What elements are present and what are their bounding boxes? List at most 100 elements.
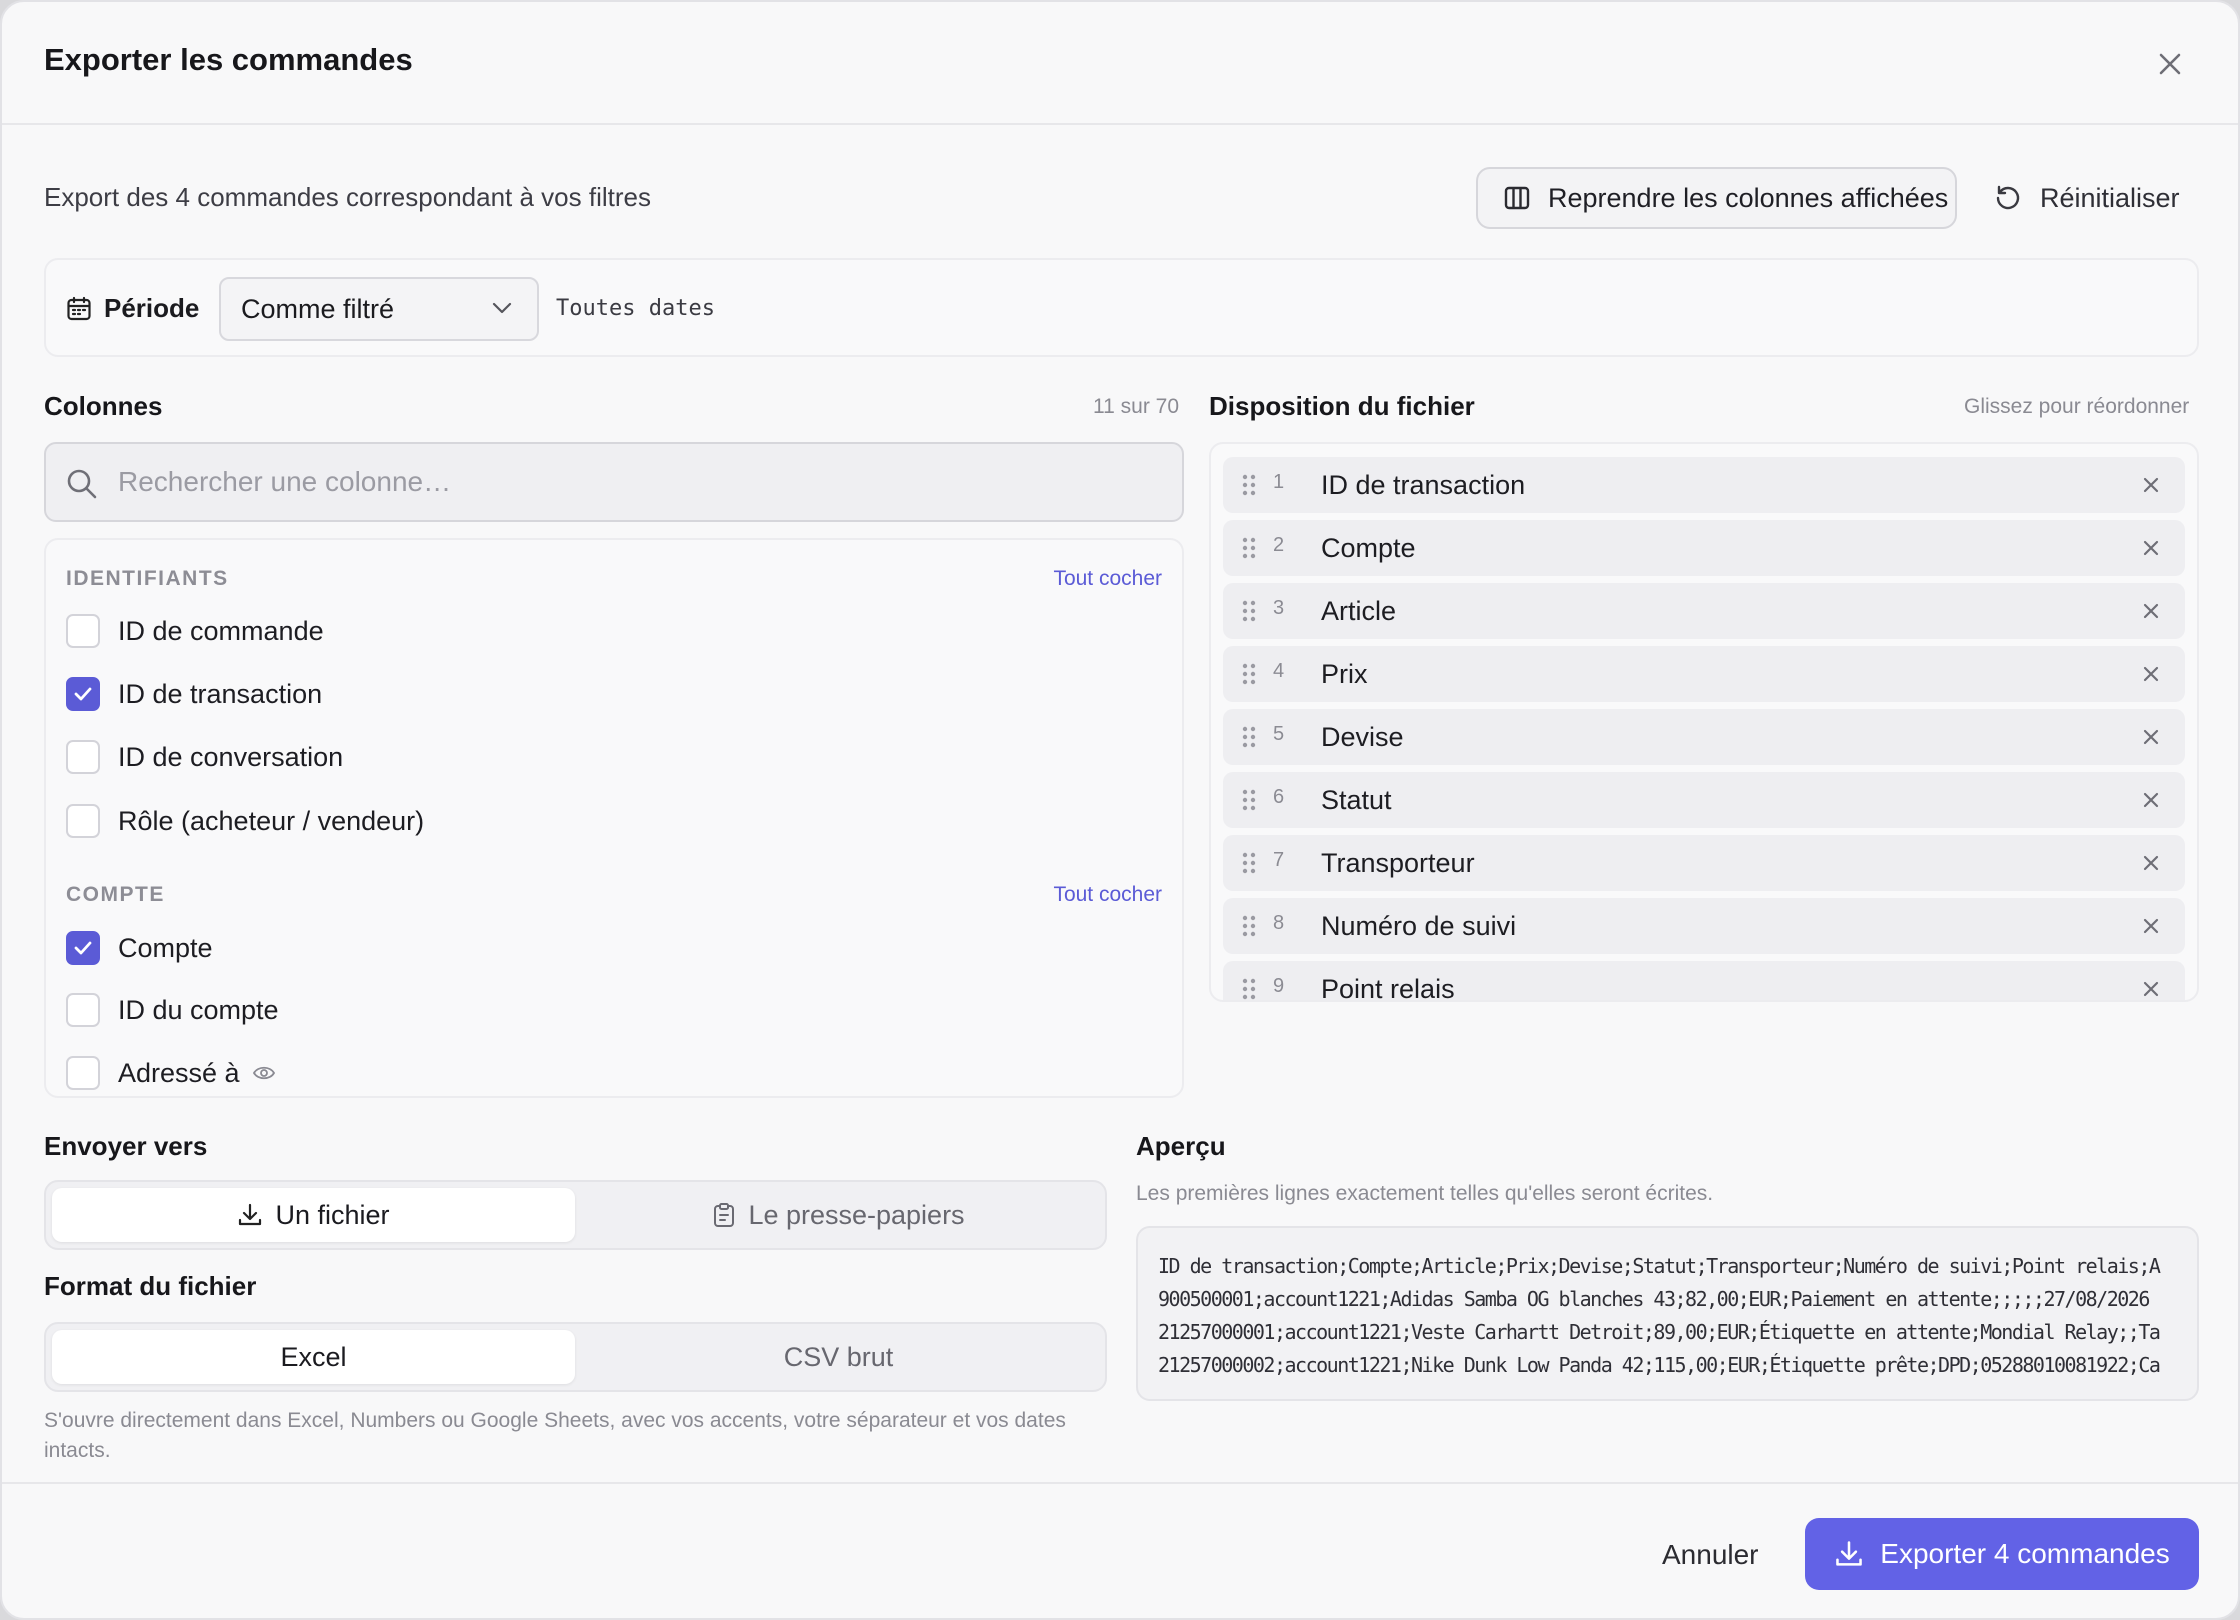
drag-handle-icon[interactable] (1241, 914, 1257, 938)
column-option-row[interactable]: Adressé à (66, 1056, 276, 1090)
period-select[interactable]: Comme filtré (219, 277, 539, 341)
remove-icon[interactable] (2141, 601, 2161, 621)
layout-row-label: Transporteur (1321, 848, 1475, 878)
check-icon (74, 941, 92, 955)
remove-icon[interactable] (2141, 979, 2161, 999)
columns-list: IDENTIFIANTS Tout cocher ID de commande … (44, 538, 1184, 1098)
remove-icon[interactable] (2141, 790, 2161, 810)
export-button[interactable]: Exporter 4 commandes (1805, 1518, 2199, 1590)
remove-icon[interactable] (2141, 853, 2161, 873)
checkbox-unchecked[interactable] (66, 1056, 100, 1090)
column-option-row[interactable]: ID de conversation (66, 740, 343, 774)
format-option-label: CSV brut (783, 1341, 894, 1372)
layout-row-label: ID de transaction (1321, 470, 1526, 500)
format-hint: S'ouvre directement dans Excel, Numbers … (44, 1409, 1066, 1462)
format-option-label: Excel (280, 1341, 347, 1372)
reset-button[interactable]: Réinitialiser (1994, 167, 2180, 229)
period-bar: Période Comme filtré Toutes dates (44, 258, 2199, 357)
drag-handle-icon[interactable] (1241, 851, 1257, 875)
layout-row[interactable]: 2 Compte (1223, 520, 2185, 576)
column-option-row[interactable]: Compte (66, 931, 213, 965)
layout-row[interactable]: 9 Point relais (1223, 961, 2185, 1002)
file-layout-list: 1 ID de transaction 2 Compte 3 Article 4… (1209, 442, 2199, 1002)
format-option-csv[interactable]: CSV brut (577, 1330, 1100, 1384)
chevron-down-icon (492, 302, 512, 314)
group-label-identifiants: IDENTIFIANTS (66, 567, 229, 590)
layout-row-number: 5 (1273, 723, 1285, 745)
layout-row-number: 3 (1273, 597, 1285, 619)
checkbox-unchecked[interactable] (66, 740, 100, 774)
preview-line: 900500001;account1221;Adidas Samba OG bl… (1158, 1287, 2150, 1311)
column-option-row[interactable]: ID du compte (66, 993, 279, 1027)
column-option-label: Compte (118, 932, 213, 963)
column-search[interactable] (44, 442, 1184, 522)
checkbox-unchecked[interactable] (66, 804, 100, 838)
calendar-icon (67, 296, 91, 320)
send-option-file[interactable]: Un fichier (52, 1188, 575, 1242)
format-toggle: Excel CSV brut (44, 1322, 1107, 1392)
layout-row-label: Numéro de suivi (1321, 911, 1517, 941)
preview-line: 21257000002;account1221;Nike Dunk Low Pa… (1158, 1353, 2161, 1377)
checkbox-unchecked[interactable] (66, 614, 100, 648)
drag-handle-icon[interactable] (1241, 662, 1257, 686)
remove-icon[interactable] (2141, 664, 2161, 684)
reuse-columns-label: Reprendre les colonnes affichées (1548, 182, 1949, 213)
format-option-excel[interactable]: Excel (52, 1330, 575, 1384)
remove-icon[interactable] (2141, 475, 2161, 495)
layout-row[interactable]: 6 Statut (1223, 772, 2185, 828)
select-all-identifiants[interactable]: Tout cocher (1053, 567, 1162, 591)
drag-handle-icon[interactable] (1241, 788, 1257, 812)
column-option-row[interactable]: Rôle (acheteur / vendeur) (66, 804, 424, 838)
dialog-title: Exporter les commandes (44, 42, 413, 77)
select-all-compte[interactable]: Tout cocher (1053, 883, 1162, 907)
drag-handle-icon[interactable] (1241, 725, 1257, 749)
drag-handle-icon[interactable] (1241, 977, 1257, 1001)
drag-handle-icon[interactable] (1241, 536, 1257, 560)
close-icon[interactable] (2152, 46, 2188, 82)
checkbox-checked[interactable] (66, 677, 100, 711)
layout-row[interactable]: 8 Numéro de suivi (1223, 898, 2185, 954)
layout-row-number: 9 (1273, 975, 1285, 997)
layout-row-label: Statut (1321, 785, 1392, 815)
layout-row-number: 7 (1273, 849, 1285, 871)
eye-icon (252, 1066, 275, 1080)
drag-handle-icon[interactable] (1241, 473, 1257, 497)
search-icon (67, 469, 97, 499)
checkbox-checked[interactable] (66, 931, 100, 965)
download-icon (1836, 1541, 1863, 1566)
preview-subtitle: Les premières lignes exactement telles q… (1136, 1182, 1714, 1205)
remove-icon[interactable] (2141, 727, 2161, 747)
layout-row[interactable]: 5 Devise (1223, 709, 2185, 765)
layout-row-label: Prix (1321, 659, 1368, 689)
layout-row[interactable]: 7 Transporteur (1223, 835, 2185, 891)
search-input[interactable] (118, 462, 1158, 502)
layout-row[interactable]: 3 Article (1223, 583, 2185, 639)
send-option-clipboard[interactable]: Le presse-papiers (577, 1188, 1100, 1242)
layout-row-number: 1 (1273, 471, 1285, 493)
remove-icon[interactable] (2141, 538, 2161, 558)
reuse-columns-button[interactable]: Reprendre les colonnes affichées (1476, 167, 1957, 229)
column-option-row[interactable]: ID de transaction (66, 677, 322, 711)
remove-icon[interactable] (2141, 916, 2161, 936)
layout-title: Disposition du fichier (1209, 391, 1475, 421)
layout-row-label: Article (1321, 596, 1397, 626)
preview-line: 21257000001;account1221;Veste Carhartt D… (1158, 1320, 2161, 1344)
send-option-label: Un fichier (275, 1199, 390, 1230)
export-summary: Export des 4 commandes correspondant à v… (44, 182, 651, 212)
preview-box: ID de transaction;Compte;Article;Prix;De… (1136, 1226, 2199, 1401)
drag-handle-icon[interactable] (1241, 599, 1257, 623)
dialog-footer: Annuler Exporter 4 commandes (2, 1482, 2238, 1618)
layout-row-number: 2 (1273, 534, 1285, 556)
layout-row[interactable]: 4 Prix (1223, 646, 2185, 702)
column-option-row[interactable]: ID de commande (66, 614, 324, 648)
group-label-compte: COMPTE (66, 883, 165, 906)
layout-row[interactable]: 1 ID de transaction (1223, 457, 2185, 513)
cancel-button[interactable]: Annuler (1662, 1539, 1759, 1571)
checkbox-unchecked[interactable] (66, 993, 100, 1027)
dialog-header: Exporter les commandes (2, 2, 2238, 125)
layout-row-number: 8 (1273, 912, 1285, 934)
layout-row-label: Point relais (1321, 974, 1455, 1002)
layout-row-number: 4 (1273, 660, 1285, 682)
column-option-label: ID de commande (118, 615, 324, 646)
layout-row-label: Compte (1321, 533, 1416, 563)
